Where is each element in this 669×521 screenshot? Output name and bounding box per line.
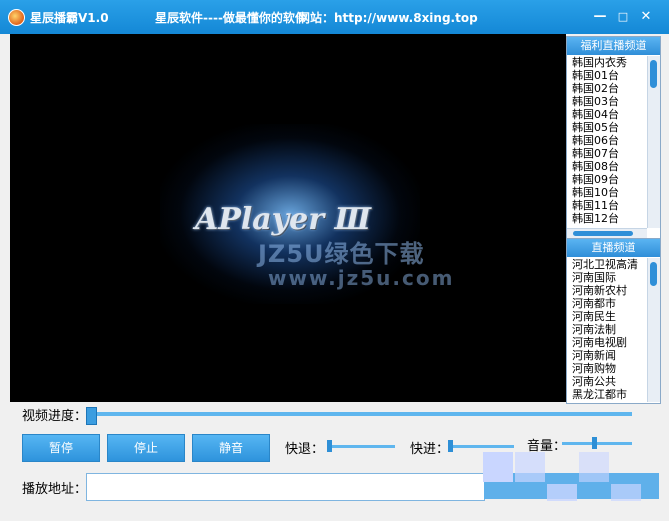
list-item[interactable]: 韩国01台 [567,69,645,82]
minimize-icon[interactable]: — [592,9,608,25]
app-title: 星辰播霸V1.0 [30,11,109,25]
list-item[interactable]: 河南购物 [567,362,645,375]
list-item[interactable]: 韩国07台 [567,147,645,160]
progress-slider[interactable] [90,412,632,416]
fuli-channel-list: 韩国内衣秀 韩国01台 韩国02台 韩国03台 韩国04台 韩国05台 韩国06… [567,56,645,225]
list-item[interactable]: 韩国11台 [567,199,645,212]
list-item[interactable]: 韩国08台 [567,160,645,173]
maximize-icon[interactable]: □ [615,9,631,25]
fuli-vertical-scrollbar[interactable] [647,56,660,228]
watermark-url: www.jz5u.com [268,266,455,290]
scrollbar-thumb[interactable] [650,262,657,286]
list-item[interactable]: 韩国03台 [567,95,645,108]
title-bar: 星辰播霸V1.0 星辰软件----做最懂你的软件 网站：http://www.8… [0,0,669,34]
volume-slider[interactable] [562,442,632,445]
rewind-slider[interactable] [330,445,395,448]
list-item[interactable]: 韩国04台 [567,108,645,121]
forward-slider[interactable] [452,445,514,448]
live-vertical-scrollbar[interactable] [647,258,660,402]
player-logo-text: APlayer Ⅲ [195,202,371,237]
progress-label: 视频进度： [22,409,88,424]
address-label: 播放地址： [22,482,88,497]
live-channel-list: 河北卫视高清 河南国际 河南新农村 河南都市 河南民生 河南法制 河南电视剧 河… [567,258,645,401]
close-icon[interactable]: ✕ [638,9,654,25]
list-item[interactable]: 韩国09台 [567,173,645,186]
progress-slider-thumb[interactable] [86,407,97,425]
list-item[interactable]: 河北卫视高清 [567,258,645,271]
pause-button[interactable]: 暂停 [22,434,100,462]
list-item[interactable]: 韩国06台 [567,134,645,147]
live-channel-panel: 直播频道 河北卫视高清 河南国际 河南新农村 河南都市 河南民生 河南法制 河南… [566,238,661,404]
list-item[interactable]: 韩国05台 [567,121,645,134]
app-icon [8,9,25,26]
list-item[interactable]: 河南法制 [567,323,645,336]
list-item[interactable]: 韩国10台 [567,186,645,199]
list-item[interactable]: 黑龙江都市 [567,388,645,401]
watermark-decoration [483,452,513,482]
mute-button[interactable]: 静音 [192,434,270,462]
watermark-decoration [547,484,577,501]
list-item[interactable]: 河南都市 [567,297,645,310]
live-channel-title: 直播频道 [567,239,660,257]
list-item[interactable]: 河南新农村 [567,284,645,297]
list-item[interactable]: 河南民生 [567,310,645,323]
scrollbar-thumb[interactable] [650,60,657,88]
volume-slider-thumb[interactable] [592,437,597,449]
stop-button[interactable]: 停止 [107,434,185,462]
fuli-channel-panel: 福利直播频道 韩国内衣秀 韩国01台 韩国02台 韩国03台 韩国04台 韩国0… [566,36,661,240]
video-player[interactable]: APlayer Ⅲ JZ5U绿色下载 www.jz5u.com [10,34,566,402]
watermark-decoration [611,484,641,501]
address-input[interactable] [86,473,485,501]
list-item[interactable]: 韩国内衣秀 [567,56,645,69]
list-item[interactable]: 河南新闻 [567,349,645,362]
watermark: JZ5U绿色下载 [258,240,425,268]
list-item[interactable]: 河南国际 [567,271,645,284]
list-item[interactable]: 韩国02台 [567,82,645,95]
watermark-decoration [515,452,545,482]
list-item[interactable]: 河南公共 [567,375,645,388]
forward-label: 快进： [410,442,450,457]
fuli-channel-title: 福利直播频道 [567,37,660,55]
rewind-slider-thumb[interactable] [327,440,332,452]
website-text: 网站：http://www.8xing.top [298,11,478,25]
list-item[interactable]: 河南电视剧 [567,336,645,349]
scrollbar-thumb[interactable] [573,231,633,236]
app-slogan: 星辰软件----做最懂你的软件 [155,11,307,25]
rewind-label: 快退： [285,442,325,457]
list-item[interactable]: 韩国12台 [567,212,645,225]
watermark-decoration [579,452,609,482]
forward-slider-thumb[interactable] [448,440,453,452]
